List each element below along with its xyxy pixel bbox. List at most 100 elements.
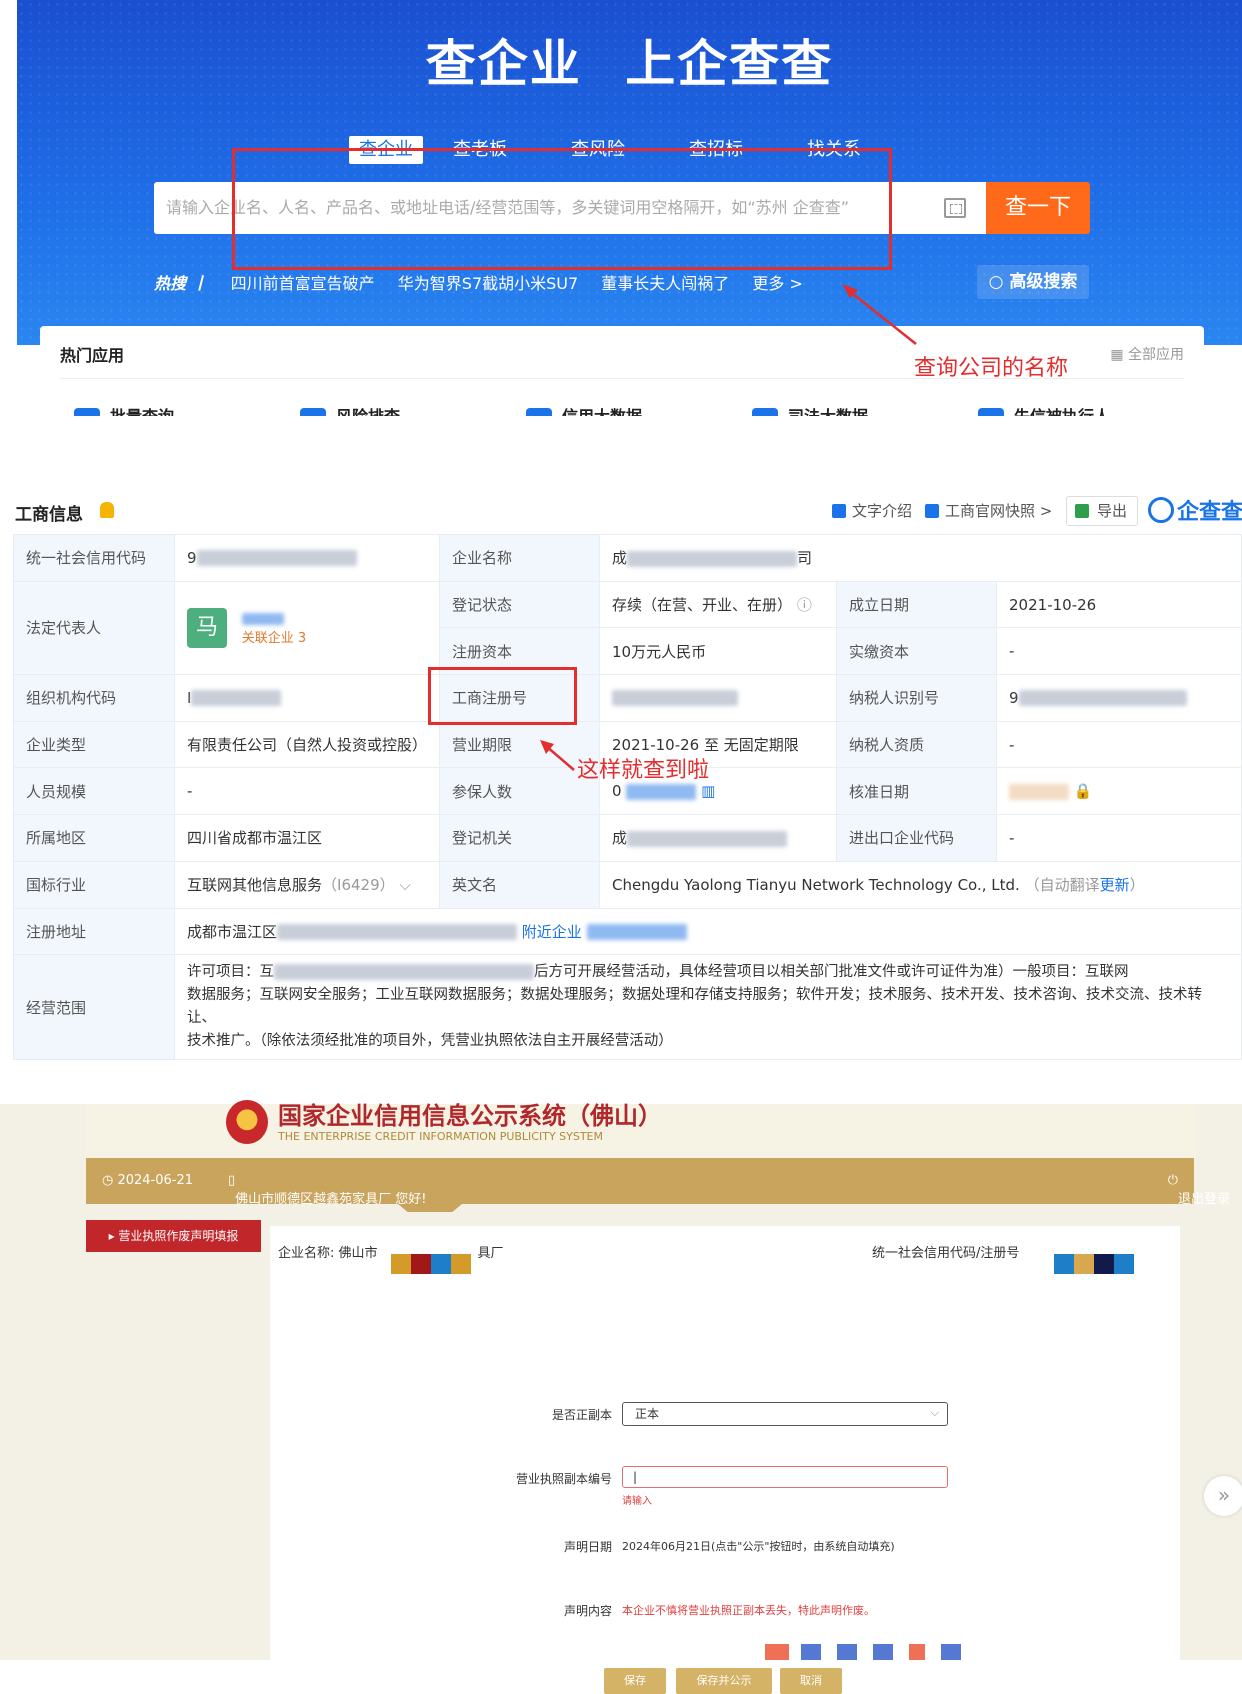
logout-link[interactable]: ⏻ 退出登录: [1168, 1173, 1230, 1207]
annotation-label: 查询公司的名称: [914, 356, 1069, 381]
table-row: 经营范围 许可项目：互 后方可开展经营活动，具体经营项目以相关部门批准文件或许可证…: [13, 954, 1242, 1061]
copy-type-label: 是否正副本: [551, 1408, 612, 1422]
highlight-box: [232, 148, 892, 270]
bell-icon[interactable]: [100, 502, 114, 518]
table-row: 所属地区 四川省成都市温江区 登记机关 成 进出口企业代码 -: [13, 814, 1242, 862]
est-date-value: 2021-10-26: [996, 580, 1242, 629]
all-apps-link[interactable]: ▦ 全部应用: [1110, 344, 1184, 364]
system-subtitle: THE ENTERPRISE CREDIT INFORMATION PUBLIC…: [278, 1130, 603, 1143]
field-label: 统一社会信用代码: [13, 534, 175, 582]
redaction-block: [451, 1254, 471, 1274]
decl-date-value: 2024年06月21日(点击"公示"按钮时，由系统自动填充): [622, 1540, 895, 1553]
reg-capital-value: 10万元人民币: [599, 627, 838, 676]
info-icon: ⓘ: [796, 596, 812, 615]
doc-icon: [832, 504, 846, 518]
legal-rep-value: 马 关联企业 3: [173, 580, 441, 676]
avatar: 马: [187, 607, 227, 648]
system-title: 国家企业信用信息公示系统（佛山）: [278, 1102, 662, 1130]
chart-icon: ▥: [701, 782, 716, 801]
field-label: 组织机构代码: [13, 674, 175, 722]
search-icon: ○: [988, 272, 1010, 292]
paid-capital-value: -: [996, 627, 1242, 676]
all-apps-label: 全部应用: [1128, 347, 1184, 363]
field-label: 经营范围: [13, 954, 175, 1061]
field-label: 企业名称: [439, 534, 601, 582]
decl-content-value: 本企业不慎将营业执照正副本丢失，特此声明作废。: [622, 1604, 875, 1617]
business-info-header: 工商信息 文字介绍 工商官网快照 > 导出 企查查: [0, 492, 1242, 534]
license-no-input[interactable]: |: [622, 1466, 948, 1488]
qcc-logo: 企查查: [1148, 494, 1242, 526]
company-name-value: 成司: [599, 534, 1242, 582]
risk-icon: [300, 408, 326, 416]
export-button[interactable]: 导出: [1066, 496, 1138, 526]
update-link[interactable]: 更新: [1100, 876, 1130, 894]
region-value: 四川省成都市温江区: [173, 814, 441, 862]
reg-status-value: 存续（在营、开业、在册） ⓘ: [599, 580, 838, 629]
expand-icon[interactable]: »: [1204, 1476, 1242, 1516]
app-credit-data[interactable]: 信用大数据: [516, 402, 642, 416]
business-scope-value: 许可项目：互 后方可开展经营活动，具体经营项目以相关部门批准文件或许可证件为准）一…: [174, 954, 1242, 1061]
cancel-button[interactable]: 取消: [780, 1668, 842, 1694]
field-label: 成立日期: [836, 580, 998, 629]
gov-credit-system-section: 国家企业信用信息公示系统（佛山） THE ENTERPRISE CREDIT I…: [0, 1100, 1242, 1694]
authority-value: 成: [599, 814, 838, 862]
legal-rep-name: [241, 612, 284, 625]
tab-indicator: [398, 1204, 462, 1212]
chevron-down-icon[interactable]: ⌵: [399, 876, 410, 894]
redaction-block: [411, 1254, 431, 1274]
decl-content-label: 声明内容: [563, 1604, 612, 1618]
user-bar: ◷ 2024-06-21 ▯ 佛山市顺德区越鑫苑家具厂 您好! ⏻ 退出登录: [86, 1158, 1230, 1207]
field-label: 法定代表人: [13, 580, 175, 676]
date-label: ◷ 2024-06-21: [102, 1173, 194, 1188]
redaction-block: [391, 1254, 411, 1274]
related-companies-link[interactable]: 关联企业 3: [242, 631, 306, 646]
text-intro-link[interactable]: 文字介绍: [832, 500, 912, 521]
qr-scan-icon[interactable]: [944, 198, 966, 218]
english-name-value: Chengdu Yaolong Tianyu Network Technolog…: [599, 860, 1242, 909]
side-menu-item[interactable]: ▸ 营业执照作废声明填报: [86, 1220, 261, 1252]
search-button[interactable]: 查一下: [986, 182, 1090, 234]
field-label: 纳税人识别号: [836, 674, 998, 722]
license-no-hint: 请输入: [622, 1496, 652, 1507]
nearby-link[interactable]: 附近企业: [522, 923, 582, 941]
hot-search-item[interactable]: 董事长夫人闯祸了: [601, 274, 729, 293]
lock-icon: 🔒: [1073, 782, 1093, 801]
table-row: 国标行业 互联网其他信息服务（I6429） ⌵ 英文名 Chengdu Yaol…: [13, 860, 1242, 909]
uscc-label: 统一社会信用代码/注册号: [872, 1246, 1020, 1261]
official-snapshot-link[interactable]: 工商官网快照 >: [925, 500, 1052, 521]
save-publish-button[interactable]: 保存并公示: [676, 1668, 772, 1694]
more-link[interactable]: 更多 >: [752, 274, 803, 293]
table-row: 法定代表人 马 关联企业 3 登记状态 存续（在营、开业、在册） ⓘ 成立日期 …: [13, 580, 1242, 676]
app-dishonest[interactable]: 失信被执行人: [968, 402, 1110, 416]
field-label: 登记机关: [439, 814, 601, 862]
field-label: 人员规模: [13, 767, 175, 816]
table-row: 注册地址 成都市温江区 附近企业: [13, 907, 1242, 956]
field-label: 所属地区: [13, 814, 175, 862]
business-info-table: 统一社会信用代码 9 企业名称 成司 法定代表人 马 关联企业 3 登记状态 存…: [13, 534, 1242, 1061]
advanced-search-button[interactable]: ○ 高级搜索: [977, 265, 1089, 299]
system-header: 国家企业信用信息公示系统（佛山） THE ENTERPRISE CREDIT I…: [86, 1100, 1196, 1158]
hot-search-item[interactable]: 四川前首富宣告破产: [231, 274, 375, 293]
reg-no-value: [599, 674, 838, 722]
app-risk-check[interactable]: 风险排查: [290, 402, 400, 416]
license-no-label: 营业执照副本编号: [515, 1472, 612, 1486]
uscc-value: 9: [173, 534, 441, 582]
app-batch-query[interactable]: 批量查询: [64, 402, 174, 416]
field-label: 英文名: [439, 860, 601, 909]
app-judicial-data[interactable]: 司法大数据: [742, 402, 868, 416]
hot-search-item[interactable]: 华为智界S7截胡小米SU7: [398, 274, 578, 293]
import-export-value: -: [996, 814, 1242, 862]
excel-icon: [1075, 504, 1089, 518]
staff-value: -: [173, 767, 441, 816]
save-button[interactable]: 保存: [604, 1668, 666, 1694]
company-type-value: 有限责任公司（自然人投资或控股）: [173, 720, 441, 769]
table-row: 组织机构代码 I 工商注册号 纳税人识别号 9: [13, 674, 1242, 722]
taxpayer-id-value: 9: [996, 674, 1242, 722]
industry-value: 互联网其他信息服务（I6429） ⌵: [173, 860, 441, 909]
national-emblem-icon: [226, 1100, 268, 1144]
field-label: 企业类型: [13, 720, 175, 769]
copy-type-select[interactable]: 正本: [622, 1402, 948, 1426]
hot-search-label: 热搜 丨: [154, 274, 208, 293]
org-code-value: I: [173, 674, 441, 722]
judicial-icon: [752, 408, 778, 416]
